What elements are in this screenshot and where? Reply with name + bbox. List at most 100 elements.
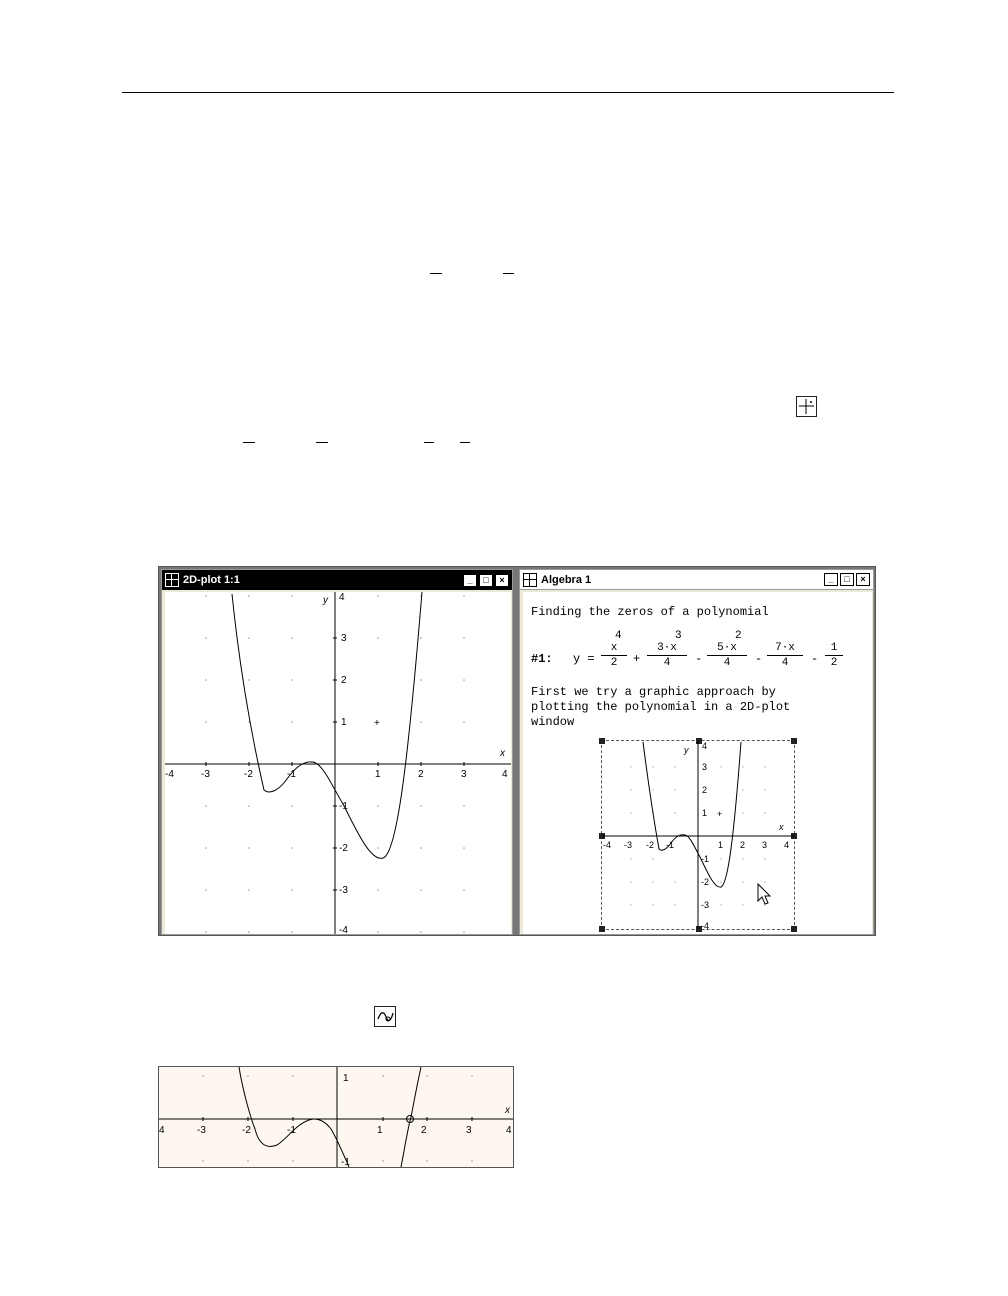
fraction-term: 3·x 4	[647, 642, 687, 669]
plot-window: 2D-plot 1:1 _ □ × -4 -3 -2 -1 1 2 3 4 4 …	[161, 569, 513, 936]
y-tick: 4	[702, 741, 707, 751]
term-operator: -	[755, 652, 763, 666]
y-tick: -1	[339, 801, 348, 812]
maximize-button[interactable]: □	[479, 573, 493, 587]
embedded-plot[interactable]: -4 -3 -2 -1 1 2 3 4 4 3 2 1 -1 -2 -3 -4 …	[599, 738, 797, 932]
term-denominator: 2	[610, 657, 618, 669]
note-line: plotting the polynomial in a 2D-plot	[531, 700, 791, 714]
algebra-worksheet[interactable]: Finding the zeros of a polynomial #1: y …	[523, 592, 872, 934]
maximize-button[interactable]: □	[840, 573, 854, 586]
y-tick: -2	[701, 877, 709, 887]
x-tick: 3	[461, 769, 467, 780]
mouse-cursor-icon	[757, 882, 772, 905]
term-operator: -	[695, 652, 703, 666]
fraction-bar	[424, 442, 434, 443]
y-tick: 1	[343, 1073, 349, 1084]
algebra-window-icon	[523, 572, 537, 587]
x-tick: -1	[287, 769, 296, 780]
x-tick: -1	[287, 1125, 296, 1136]
algebra-window-title: Algebra 1	[541, 573, 592, 586]
plot-window-titlebar[interactable]: 2D-plot 1:1 _ □ ×	[162, 570, 512, 590]
term-numerator: 7·x	[775, 642, 795, 654]
screenshot-composite: 2D-plot 1:1 _ □ × -4 -3 -2 -1 1 2 3 4 4 …	[158, 566, 876, 936]
x-tick: 2	[418, 769, 424, 780]
term-numerator: x	[610, 642, 618, 654]
x-axis-label: x	[778, 822, 784, 832]
term-numerator: 5·x	[717, 642, 737, 654]
polynomial-curve	[642, 741, 742, 888]
y-tick: 2	[341, 675, 347, 686]
x-tick: -2	[242, 1125, 251, 1136]
x-tick: 3	[466, 1125, 472, 1136]
y-tick: 2	[702, 785, 707, 795]
plot-window-icon	[165, 573, 179, 587]
x-tick: -2	[646, 840, 654, 850]
x-tick: 4	[506, 1125, 512, 1136]
cross-marker: +	[717, 809, 722, 819]
minimize-button[interactable]: _	[463, 573, 477, 587]
x-tick: -3	[197, 1125, 206, 1136]
polynomial-curve	[231, 591, 423, 859]
term-operator: +	[633, 652, 641, 666]
plot-canvas[interactable]: -4 -3 -2 -1 1 2 3 4 4 3 2 1 -1 -2 -3 -4	[165, 591, 511, 936]
x-tick: -4	[165, 769, 174, 780]
y-tick: -3	[701, 900, 709, 910]
plot-grid-icon[interactable]	[796, 396, 817, 417]
y-tick: -4	[701, 921, 709, 929]
x-tick: 2	[421, 1125, 427, 1136]
trace-mode-icon[interactable]	[374, 1006, 396, 1027]
term-denominator: 4	[781, 657, 789, 669]
term-exponent: 4	[615, 630, 622, 642]
x-tick: -3	[201, 769, 210, 780]
close-button[interactable]: ×	[856, 573, 870, 586]
note-line: window	[531, 715, 575, 729]
minimize-button[interactable]: _	[824, 573, 838, 586]
fraction-term: 7·x 4	[767, 642, 803, 669]
y-tick: 4	[339, 592, 345, 603]
fraction-bar	[430, 273, 442, 274]
fraction-bar	[460, 442, 470, 443]
term-operator: -	[811, 652, 819, 666]
y-tick: 3	[341, 633, 347, 644]
term-denominator: 2	[830, 657, 838, 669]
expression-label: #1:	[531, 652, 553, 666]
x-axis-label: x	[504, 1105, 511, 1116]
algebra-window: Algebra 1 _ □ × Finding the zeros of a p…	[519, 569, 874, 935]
fraction-bar	[503, 273, 514, 274]
term-exponent: 3	[675, 630, 682, 642]
x-tick: 1	[377, 1125, 383, 1136]
expression-lhs: y =	[573, 652, 595, 666]
note-line: First we try a graphic approach by	[531, 685, 776, 699]
fraction-bar	[243, 442, 255, 443]
cross-marker: +	[374, 718, 380, 729]
term-numerator: 3·x	[657, 642, 677, 654]
y-tick: -2	[339, 843, 348, 854]
close-button[interactable]: ×	[495, 573, 509, 587]
y-tick: 1	[341, 717, 347, 728]
x-tick: 4	[784, 840, 789, 850]
x-tick: -3	[624, 840, 632, 850]
page-rule	[122, 92, 894, 93]
y-tick: 1	[702, 808, 707, 818]
y-tick: -4	[339, 925, 348, 934]
heading-line: Finding the zeros of a polynomial	[531, 605, 769, 619]
y-tick: -3	[339, 885, 348, 896]
x-tick: 4	[502, 769, 508, 780]
fraction-term: 5·x 4	[707, 642, 747, 669]
zoom-plot[interactable]: 4 -3 -2 -1 1 2 3 4 1 -1 x	[158, 1066, 514, 1168]
y-axis-label: y	[322, 595, 329, 606]
x-tick: 3	[762, 840, 767, 850]
x-tick: 1	[375, 769, 381, 780]
x-tick: 4	[159, 1125, 165, 1136]
y-axis-label: y	[683, 745, 689, 755]
fraction-bar	[316, 442, 328, 443]
plot-window-title: 2D-plot 1:1	[183, 574, 240, 586]
term-numerator: 1	[830, 642, 838, 654]
x-axis-label: x	[499, 748, 506, 759]
polynomial-curve	[238, 1066, 350, 1168]
term-denominator: 4	[723, 657, 731, 669]
algebra-window-titlebar[interactable]: Algebra 1 _ □ ×	[520, 570, 873, 590]
x-tick: -4	[603, 840, 611, 850]
x-tick: 1	[718, 840, 723, 850]
fraction-term: 1 2	[825, 642, 843, 669]
